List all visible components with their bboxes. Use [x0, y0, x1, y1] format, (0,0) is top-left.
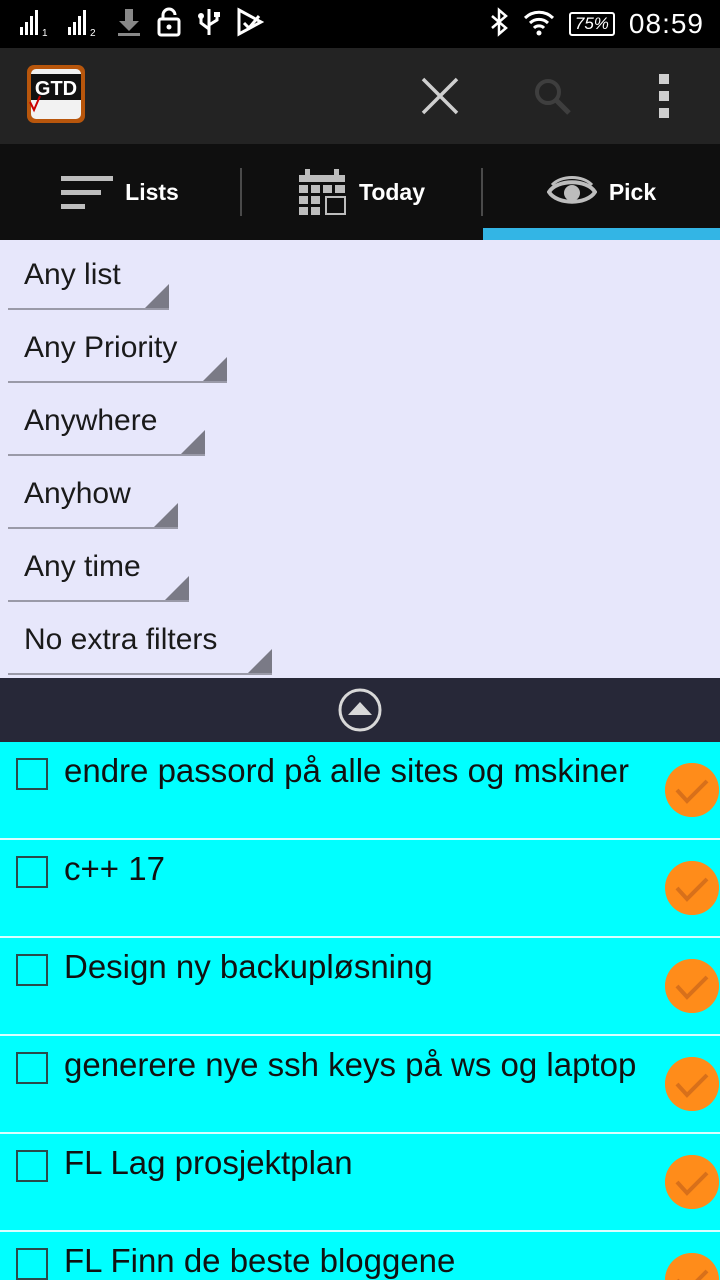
logo-text: GTD [35, 78, 77, 100]
tab-lists[interactable]: Lists [0, 144, 240, 240]
task-checkbox[interactable] [16, 856, 48, 888]
tab-bar: Lists Today Pick [0, 144, 720, 240]
task-row[interactable]: FL Lag prosjektplan [0, 1134, 720, 1232]
dropdown-corner-icon [248, 649, 272, 673]
overflow-menu-button[interactable] [634, 66, 694, 126]
filter-panel: Any list Any Priority Anywhere Anyhow An… [0, 240, 720, 678]
dropdown-corner-icon [154, 503, 178, 527]
task-checkbox[interactable] [16, 1052, 48, 1084]
tab-lists-label: Lists [125, 178, 179, 205]
lists-icon [61, 176, 114, 209]
play-store-icon [236, 6, 265, 42]
close-icon [421, 77, 459, 115]
tab-today-label: Today [358, 178, 426, 205]
dropdown-corner-icon [203, 357, 227, 381]
mark-done-button[interactable] [665, 861, 719, 915]
task-row[interactable]: endre passord på alle sites og mskiner [0, 742, 720, 840]
tab-pick[interactable]: Pick [483, 144, 720, 240]
priority-filter-spinner[interactable]: Any Priority [8, 317, 227, 383]
mark-done-button[interactable] [665, 959, 719, 1013]
status-bar: 1 2 75% 08:59 [0, 0, 720, 48]
collapse-up-icon[interactable] [337, 687, 383, 733]
task-row[interactable]: Design ny backupløsning [0, 938, 720, 1036]
mark-done-button[interactable] [665, 1057, 719, 1111]
mark-done-button[interactable] [665, 1253, 719, 1280]
task-row[interactable]: c++ 17 [0, 840, 720, 938]
eye-icon [546, 176, 597, 204]
wifi-icon [523, 8, 555, 41]
context-filter-value: Anyhow [24, 477, 131, 510]
download-icon [116, 7, 142, 42]
task-list: endre passord på alle sites og mskiner c… [0, 742, 720, 1280]
calendar-icon [298, 169, 346, 215]
location-filter-spinner[interactable]: Anywhere [8, 390, 205, 456]
task-checkbox[interactable] [16, 954, 48, 986]
dropdown-corner-icon [165, 576, 189, 600]
search-icon [535, 79, 571, 115]
collapse-filters-bar [0, 678, 720, 742]
signal1-sub: 1 [42, 28, 48, 37]
battery-indicator: 75% [568, 12, 615, 36]
mark-done-button[interactable] [665, 1155, 719, 1209]
task-row[interactable]: generere nye ssh keys på ws og laptop [0, 1036, 720, 1134]
signal-icon: 1 [20, 7, 54, 42]
bluetooth-icon [489, 6, 509, 42]
clock: 08:59 [628, 8, 704, 39]
task-title: FL Lag prosjektplan [64, 1144, 353, 1181]
task-row[interactable]: FL Finn de beste bloggene [0, 1232, 720, 1280]
priority-filter-value: Any Priority [24, 331, 178, 364]
signal2-sub: 2 [90, 28, 96, 37]
context-filter-spinner[interactable]: Anyhow [8, 463, 178, 529]
list-filter-value: Any list [24, 258, 121, 291]
list-filter-spinner[interactable]: Any list [8, 244, 169, 310]
dropdown-corner-icon [181, 430, 205, 454]
tab-today[interactable]: Today [242, 144, 482, 240]
usb-icon [196, 7, 222, 42]
location-filter-value: Anywhere [24, 404, 158, 437]
selected-tab-indicator [483, 228, 720, 240]
extra-filters-spinner[interactable]: No extra filters [8, 609, 272, 675]
task-title: Design ny backupløsning [64, 948, 433, 985]
task-checkbox[interactable] [16, 758, 48, 790]
close-button[interactable] [410, 66, 470, 126]
action-bar: GTD [0, 48, 720, 144]
mark-done-button[interactable] [665, 763, 719, 817]
dropdown-corner-icon [145, 284, 169, 308]
more-vertical-icon [659, 74, 669, 118]
search-button[interactable] [522, 66, 582, 126]
task-title: generere nye ssh keys på ws og laptop [64, 1046, 637, 1083]
task-title: FL Finn de beste bloggene [64, 1242, 456, 1279]
task-title: endre passord på alle sites og mskiner [64, 752, 629, 789]
task-checkbox[interactable] [16, 1248, 48, 1280]
task-title: c++ 17 [64, 850, 165, 887]
app-logo[interactable]: GTD [26, 64, 86, 124]
time-filter-value: Any time [24, 550, 141, 583]
lock-icon [156, 7, 182, 42]
time-filter-spinner[interactable]: Any time [8, 536, 189, 602]
signal-icon: 2 [68, 7, 102, 42]
tab-pick-label: Pick [608, 178, 657, 205]
task-checkbox[interactable] [16, 1150, 48, 1182]
extra-filters-value: No extra filters [24, 623, 218, 656]
